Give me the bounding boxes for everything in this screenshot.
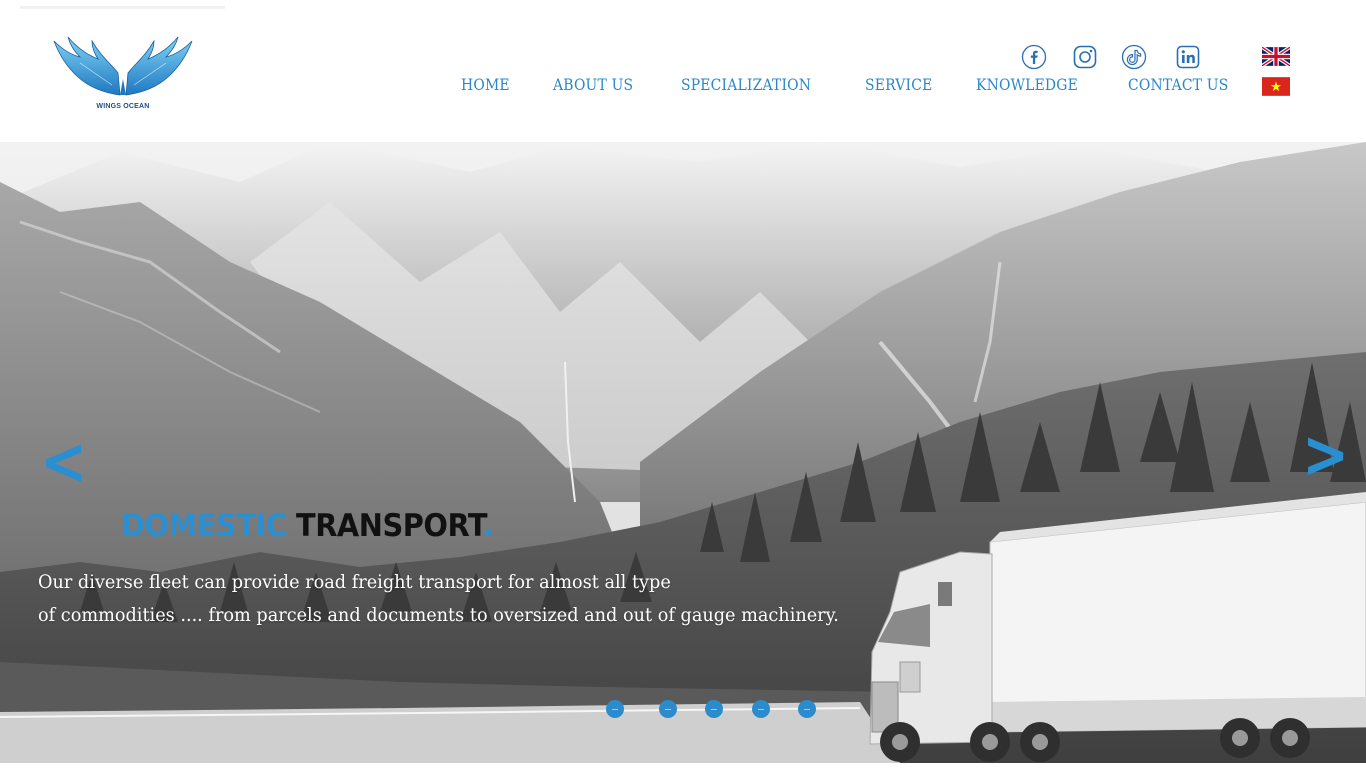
- wings-icon: WINGS OCEAN: [50, 33, 196, 117]
- tiktok-icon[interactable]: [1121, 44, 1147, 70]
- slider-dot-2[interactable]: [659, 700, 677, 718]
- nav-home[interactable]: HOME: [461, 76, 510, 94]
- hero-title-dot: .: [482, 508, 494, 544]
- logo-area[interactable]: WINGS OCEAN: [20, 6, 225, 126]
- hero-title-highlight: DOMESTIC: [121, 508, 287, 544]
- facebook-icon[interactable]: [1021, 44, 1047, 70]
- nav-contact-us[interactable]: CONTACT US: [1128, 76, 1228, 94]
- uk-flag-icon[interactable]: [1262, 47, 1290, 66]
- nav-knowledge[interactable]: KNOWLEDGE: [976, 76, 1078, 94]
- slider-dot-5[interactable]: [798, 700, 816, 718]
- nav-about-us[interactable]: ABOUT US: [553, 76, 633, 94]
- slider-dot-4[interactable]: [752, 700, 770, 718]
- slider-prev-arrow[interactable]: <: [40, 429, 87, 495]
- hero-title: DOMESTIC TRANSPORT.: [121, 508, 494, 544]
- hero-description-line2: of commodities .... from parcels and doc…: [38, 604, 839, 626]
- site-header: WINGS OCEAN HOME ABOUT US SPECIALIZATION…: [0, 0, 1366, 142]
- hero-background-image: [0, 142, 1366, 763]
- slider-next-arrow[interactable]: >: [1302, 422, 1349, 488]
- page-bottom-edge: [0, 763, 1366, 768]
- nav-service[interactable]: SERVICE: [865, 76, 932, 94]
- slider-dot-1[interactable]: [606, 700, 624, 718]
- vietnam-flag-icon[interactable]: [1262, 77, 1290, 96]
- hero-title-main: TRANSPORT: [295, 508, 483, 544]
- slider-dot-3[interactable]: [705, 700, 723, 718]
- hero-slider: < > DOMESTIC TRANSPORT. Our diverse flee…: [0, 142, 1366, 763]
- hero-description-line1: Our diverse fleet can provide road freig…: [38, 571, 671, 593]
- logo-text: WINGS OCEAN: [96, 103, 150, 110]
- nav-specialization[interactable]: SPECIALIZATION: [681, 76, 811, 94]
- hero-description: Our diverse fleet can provide road freig…: [38, 566, 839, 632]
- linkedin-icon[interactable]: [1175, 44, 1201, 70]
- instagram-icon[interactable]: [1072, 44, 1098, 70]
